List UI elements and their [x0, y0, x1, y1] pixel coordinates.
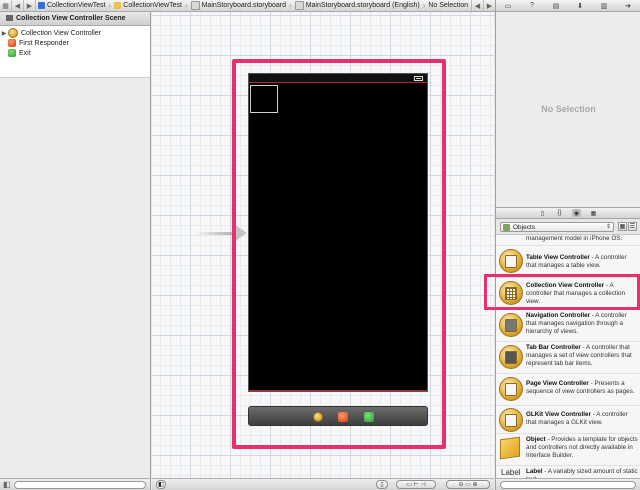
no-selection-label: No Selection: [541, 104, 596, 114]
document-outline: Collection View Controller Scene ▶ Colle…: [0, 12, 151, 478]
grid-view-icon[interactable]: ▦: [618, 222, 627, 231]
list-item-page-view-controller[interactable]: Page View Controller - Presents a sequen…: [496, 373, 640, 406]
outline-item-collection-view-controller[interactable]: ▶ Collection View Controller: [0, 28, 101, 38]
file-inspector-icon[interactable]: ▭: [504, 2, 512, 10]
list-item-label[interactable]: Label Label - A variably sized amount of…: [496, 465, 640, 478]
forward-arrow-icon[interactable]: ▶: [24, 0, 36, 11]
initial-scene-arrow-line: [196, 232, 236, 235]
outline-filter-input[interactable]: [14, 481, 146, 489]
breadcrumb-project[interactable]: CollectionViewTest: [36, 2, 108, 9]
inspector-selector-bar: ▭ ? ▤ ⬇ ▥ ➜: [495, 0, 640, 12]
back-arrow-icon[interactable]: ◀: [12, 0, 24, 11]
breadcrumb-selection[interactable]: No Selection: [426, 2, 470, 9]
library-item-highlight-box: [484, 274, 640, 310]
glkit-view-controller-icon: [499, 408, 523, 432]
outline-item-first-responder[interactable]: First Responder: [0, 38, 69, 48]
connections-inspector-icon[interactable]: ➜: [624, 2, 632, 10]
library-filter-row: Objects ⇕ ▦ ☰: [495, 219, 640, 235]
first-responder-icon: [8, 39, 16, 47]
list-item-object[interactable]: Object - Provides a template for objects…: [496, 433, 640, 466]
project-icon: [38, 2, 45, 9]
breadcrumb-folder[interactable]: CollectionViewTest: [112, 2, 184, 9]
align-resolve-controls[interactable]: ▭ ⊢ ⊣: [396, 480, 436, 489]
object-library-list[interactable]: management model in iPhone OS. Table Vie…: [495, 235, 640, 478]
form-factor-button[interactable]: ▯: [376, 480, 388, 489]
label-icon: Label: [501, 468, 521, 477]
object-cube-icon: [500, 436, 520, 460]
warning-prev-icon[interactable]: ◀: [471, 0, 483, 11]
navigation-controller-icon: [499, 313, 523, 337]
library-filter-bar: [495, 478, 640, 490]
jump-bar: ▦ ◀ ▶ CollectionViewTest › CollectionVie…: [0, 0, 495, 12]
quick-help-icon[interactable]: ?: [528, 2, 536, 10]
folder-icon: [114, 2, 122, 9]
scene-header[interactable]: Collection View Controller Scene: [0, 12, 150, 26]
breadcrumb-storyboard-english[interactable]: MainStoryboard.storyboard (English): [293, 1, 422, 10]
size-inspector-icon[interactable]: ▥: [600, 2, 608, 10]
storyboard-icon: [190, 1, 200, 10]
outline-item-exit[interactable]: Exit: [0, 48, 31, 58]
tab-bar-controller-icon: [499, 345, 523, 369]
code-snippet-library-icon[interactable]: {}: [555, 209, 564, 217]
object-library-icon[interactable]: ◉: [572, 209, 581, 217]
list-item-navigation-controller[interactable]: Navigation Controller - A controller tha…: [496, 309, 640, 342]
list-view-icon[interactable]: ☰: [628, 222, 637, 231]
attributes-inspector-icon[interactable]: ⬇: [576, 2, 584, 10]
show-outline-button[interactable]: ◧: [156, 480, 166, 489]
file-template-library-icon[interactable]: ▯: [538, 209, 547, 217]
exit-icon: [8, 49, 16, 57]
library-selector-bar: ▯ {} ◉ ▦: [495, 207, 640, 219]
library-filter-input[interactable]: [500, 481, 636, 489]
list-item-glkit-view-controller[interactable]: GLKit View Controller - A controller tha…: [496, 405, 640, 434]
list-item-tab-bar-controller[interactable]: Tab Bar Controller - A controller that m…: [496, 341, 640, 374]
warning-next-icon[interactable]: ▶: [483, 0, 495, 11]
chevron-updown-icon: ⇕: [605, 224, 611, 230]
outline-filter-bar: ◧: [0, 478, 151, 490]
identity-inspector-icon[interactable]: ▤: [552, 2, 560, 10]
hide-outline-icon[interactable]: ◧: [3, 480, 11, 489]
inspector-panel: No Selection: [495, 12, 640, 207]
page-view-controller-icon: [499, 377, 523, 401]
disclosure-triangle-icon[interactable]: ▶: [0, 30, 8, 37]
outline-tree: ▶ Collection View Controller First Respo…: [0, 26, 150, 78]
view-controller-icon: [8, 28, 18, 38]
zoom-controls[interactable]: ⊖ ▭ ⊕: [446, 480, 490, 489]
scene-icon: [6, 15, 13, 21]
storyboard-icon: [294, 1, 304, 10]
related-files-icon[interactable]: ▦: [0, 0, 12, 11]
library-category-select[interactable]: Objects ⇕: [500, 222, 614, 232]
scene-highlight-box: [232, 59, 446, 449]
storyboard-canvas[interactable]: [152, 12, 494, 478]
media-library-icon[interactable]: ▦: [589, 209, 598, 217]
table-view-controller-icon: [499, 249, 523, 273]
objects-category-icon: [503, 223, 510, 231]
breadcrumb-storyboard[interactable]: MainStoryboard.storyboard: [189, 1, 288, 10]
canvas-toolbar: ◧ ▯ ▭ ⊢ ⊣ ⊖ ▭ ⊕: [152, 478, 494, 490]
